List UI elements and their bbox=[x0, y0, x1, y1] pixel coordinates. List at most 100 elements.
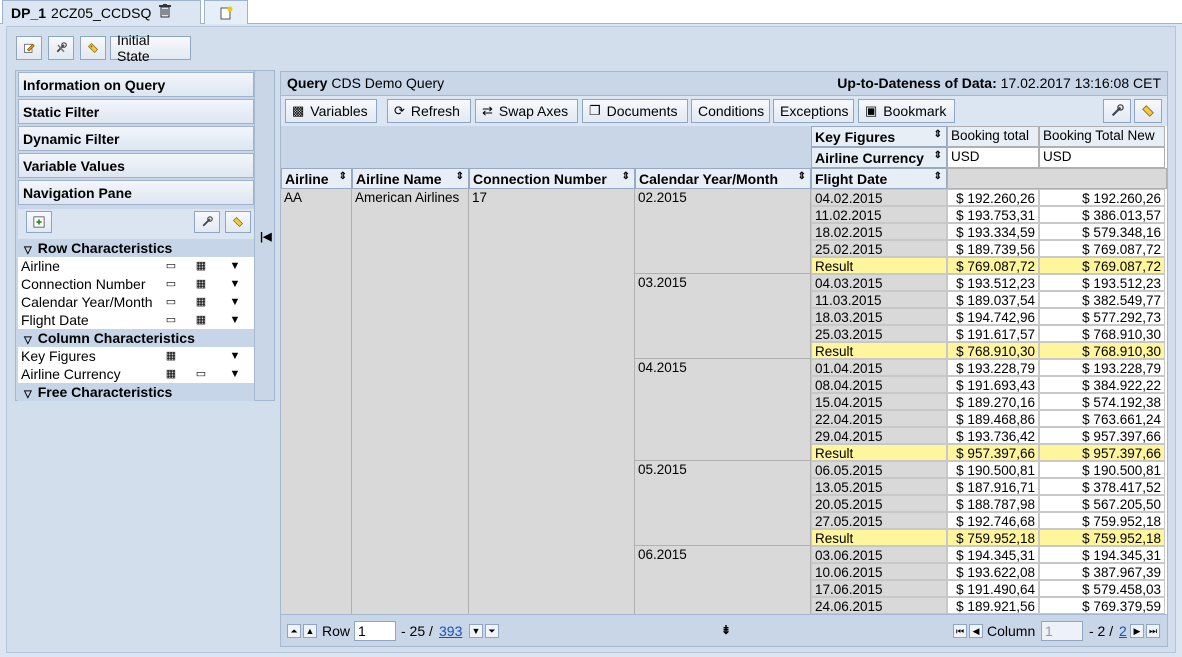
sort-icon[interactable]: ⇕ bbox=[456, 171, 464, 182]
sort-icon[interactable]: ⇕ bbox=[934, 129, 942, 140]
settings-button[interactable] bbox=[48, 36, 74, 60]
filter-icon[interactable]: ▼ bbox=[228, 277, 242, 291]
row-header-calendar-year-month[interactable]: Calendar Year/Month ⇕ bbox=[635, 168, 811, 189]
nav-navigation-pane[interactable]: Navigation Pane bbox=[18, 180, 254, 205]
booking-total-new-cell: $ 567.205,50 bbox=[1039, 495, 1165, 512]
row-total-link[interactable]: 393 bbox=[439, 623, 462, 639]
sort-icon[interactable]: ⇕ bbox=[339, 171, 347, 182]
sort-icon[interactable]: ⇕ bbox=[934, 171, 942, 182]
flight-date-header[interactable]: Flight Date ⇕ bbox=[811, 168, 947, 189]
row-characteristics-label: Row Characteristics bbox=[37, 240, 173, 256]
booking-total-cell: $ 768.910,30 bbox=[947, 342, 1039, 359]
next-column-icon[interactable]: ▶ bbox=[1130, 624, 1144, 638]
edit-button[interactable] bbox=[16, 36, 42, 60]
properties-icon[interactable]: ▭ bbox=[194, 367, 208, 381]
col-header-booking-total[interactable]: Booking total bbox=[947, 126, 1039, 147]
properties-icon[interactable]: ▭ bbox=[164, 313, 178, 327]
sort-icon[interactable]: ⇕ bbox=[622, 171, 630, 182]
properties-icon[interactable]: ▭ bbox=[164, 259, 178, 273]
key-figures-header[interactable]: Key Figures ⇕ bbox=[811, 126, 947, 147]
filter-icon[interactable]: ▼ bbox=[228, 349, 242, 363]
nav-static-filter[interactable]: Static Filter bbox=[18, 99, 254, 124]
filter-icon[interactable]: ▼ bbox=[228, 367, 242, 381]
last-column-icon[interactable]: ⏭ bbox=[1146, 624, 1160, 638]
trash-icon[interactable] bbox=[159, 4, 172, 21]
documents-button[interactable]: ❐ Documents bbox=[582, 99, 688, 123]
swap-to-rows-icon[interactable]: ▦ bbox=[164, 349, 178, 363]
first-page-icon[interactable]: ⏶ bbox=[287, 624, 301, 638]
row-header-airline-name[interactable]: Airline Name ⇕ bbox=[352, 168, 469, 189]
airline-currency-header[interactable]: Airline Currency ⇕ bbox=[811, 147, 947, 168]
row-header-label: Connection Number bbox=[473, 171, 607, 187]
nav-splitter[interactable]: |◀ bbox=[254, 71, 274, 400]
first-column-icon[interactable]: ⏮ bbox=[953, 624, 967, 638]
bookmark-tag-button[interactable] bbox=[80, 36, 106, 60]
row-header-connection-number[interactable]: Connection Number ⇕ bbox=[469, 168, 635, 189]
row-item-connection-number[interactable]: Connection Number ▭ ▦ ▼ bbox=[18, 275, 254, 293]
row-characteristics-header[interactable]: ▽ Row Characteristics bbox=[18, 239, 254, 257]
free-characteristics-header[interactable]: ▽ Free Characteristics bbox=[18, 383, 254, 401]
query-label: Query bbox=[287, 75, 328, 91]
filter-icon[interactable]: ▼ bbox=[228, 295, 242, 309]
col-item-airline-currency[interactable]: Airline Currency ▦ ▭ ▼ bbox=[18, 365, 254, 383]
navigation-pane-content: ▽ Row Characteristics Airline ▭ ▦ ▼ Connect… bbox=[18, 209, 254, 401]
uptodate-value: 17.02.2017 13:16:08 CET bbox=[1000, 75, 1161, 91]
expand-down-icon[interactable]: ⇟ bbox=[721, 623, 731, 637]
row-item-airline[interactable]: Airline ▭ ▦ ▼ bbox=[18, 257, 254, 275]
row-header-airline[interactable]: Airline ⇕ bbox=[281, 168, 352, 189]
initial-state-button[interactable]: Initial State bbox=[110, 32, 191, 64]
tools-icon bbox=[202, 216, 213, 227]
variables-button[interactable]: ▩ Variables bbox=[285, 99, 377, 123]
query-tag-button[interactable] bbox=[1134, 99, 1162, 123]
nav-dynamic-filter[interactable]: Dynamic Filter bbox=[18, 126, 254, 151]
collapse-left-icon[interactable]: |◀ bbox=[260, 230, 272, 243]
add-characteristic-button[interactable] bbox=[26, 211, 52, 233]
row-item-label: Connection Number bbox=[21, 276, 146, 292]
booking-total-cell: $ 189.739,56 bbox=[947, 240, 1039, 257]
column-characteristics-header[interactable]: ▽ Column Characteristics bbox=[18, 329, 254, 347]
pane-tag-button[interactable] bbox=[225, 211, 251, 233]
prev-page-icon[interactable]: ▲ bbox=[303, 624, 317, 638]
query-settings-button[interactable] bbox=[1103, 99, 1131, 123]
booking-total-cell: $ 194.742,96 bbox=[947, 308, 1039, 325]
flight-date-cell: 25.03.2015 bbox=[811, 325, 947, 342]
col-item-key-figures[interactable]: Key Figures ▦ ▼ bbox=[18, 347, 254, 365]
swap-axes-button[interactable]: ⇄ Swap Axes bbox=[475, 99, 578, 123]
row-item-flight-date[interactable]: Flight Date ▭ ▦ ▼ bbox=[18, 311, 254, 329]
next-page-icon[interactable]: ▼ bbox=[469, 624, 483, 638]
new-tab-button[interactable] bbox=[204, 0, 248, 24]
nav-variable-values[interactable]: Variable Values bbox=[18, 153, 254, 178]
month-cell: 04.2015 bbox=[638, 360, 687, 375]
col-header-booking-total-new[interactable]: Booking Total New bbox=[1039, 126, 1165, 147]
booking-total-new-cell: $ 193.228,79 bbox=[1039, 359, 1165, 376]
refresh-button[interactable]: ⟳ Refresh bbox=[387, 99, 471, 123]
prev-column-icon[interactable]: ◀ bbox=[969, 624, 983, 638]
last-page-icon[interactable]: ⏷ bbox=[485, 624, 499, 638]
row-input[interactable]: 1 bbox=[354, 621, 396, 641]
booking-total-cell: $ 187.916,71 bbox=[947, 478, 1039, 495]
exceptions-button[interactable]: Exceptions bbox=[773, 99, 854, 123]
swap-to-columns-icon[interactable]: ▦ bbox=[194, 295, 208, 309]
bookmark-button[interactable]: ▣ Bookmark bbox=[858, 99, 955, 123]
conditions-button[interactable]: Conditions bbox=[691, 99, 770, 123]
sort-icon[interactable]: ⇕ bbox=[798, 171, 806, 182]
swap-to-columns-icon[interactable]: ▦ bbox=[194, 259, 208, 273]
row-item-calendar-year-month[interactable]: Calendar Year/Month ▭ ▦ ▼ bbox=[18, 293, 254, 311]
filter-icon[interactable]: ▼ bbox=[228, 259, 242, 273]
filter-icon[interactable]: ▼ bbox=[228, 313, 242, 327]
pane-settings-button[interactable] bbox=[194, 211, 220, 233]
bookmark-icon: ▣ bbox=[865, 103, 878, 118]
swap-to-columns-icon[interactable]: ▦ bbox=[194, 277, 208, 291]
column-total-link[interactable]: 2 bbox=[1119, 623, 1127, 639]
swap-to-rows-icon[interactable]: ▦ bbox=[164, 367, 178, 381]
airline-name-cell: American Airlines bbox=[355, 190, 460, 205]
column-input[interactable]: 1 bbox=[1041, 621, 1083, 641]
nav-information-on-query[interactable]: Information on Query bbox=[18, 72, 254, 97]
sort-icon[interactable]: ⇕ bbox=[934, 150, 942, 161]
swap-to-columns-icon[interactable]: ▦ bbox=[194, 313, 208, 327]
properties-icon[interactable]: ▭ bbox=[164, 277, 178, 291]
properties-icon[interactable]: ▭ bbox=[164, 295, 178, 309]
variables-icon: ▩ bbox=[292, 103, 305, 118]
flight-date-cell: 24.06.2015 bbox=[811, 597, 947, 614]
tab-dp1[interactable]: DP_1 2CZ05_CCDSQ bbox=[2, 0, 201, 24]
